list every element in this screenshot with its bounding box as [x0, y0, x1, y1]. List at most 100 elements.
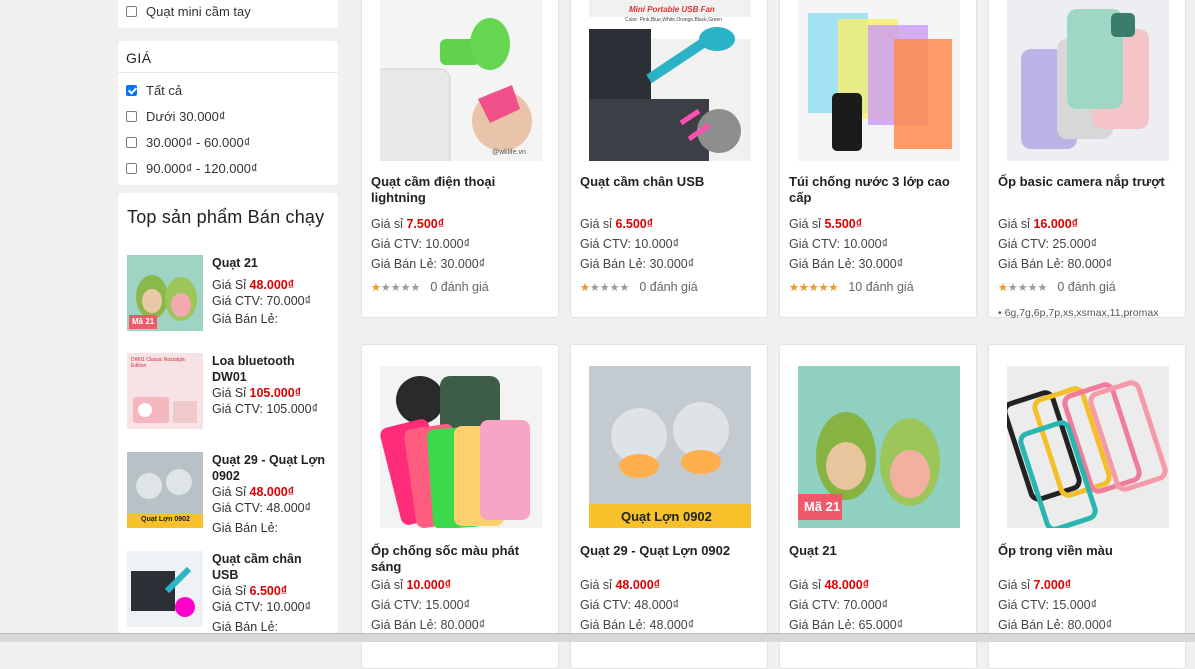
product-image[interactable] [1007, 0, 1169, 161]
product-thumbnail[interactable]: Quạt Lợn 0902 [127, 452, 203, 528]
fan-banner-text: Mini Portable USB Fan [629, 5, 715, 14]
ctv-price: Giá CTV: 25.000₫ [998, 237, 1098, 251]
product-card[interactable]: Ốp basic camera nắp trượt Giá sỉ 16.000₫… [988, 0, 1186, 319]
wholesale-label: Giá sỉ [371, 217, 403, 231]
wholesale-price: 48.000₫ [249, 485, 295, 499]
filter-option-mini-fan[interactable]: Quạt mini cầm tay [118, 0, 338, 22]
product-image[interactable]: Mini Portable USB Fan Color: Pink,Blue,W… [589, 0, 751, 161]
product-card[interactable]: Ốp trong viền màu Giá sỉ 7.000₫ Giá CTV:… [988, 344, 1186, 669]
wholesale-label: Giá sỉ [580, 217, 612, 231]
wholesale-label: Giá sỉ [580, 578, 612, 592]
wholesale-price: 7.000₫ [1033, 578, 1072, 592]
ctv-price: Giá CTV: 48.000₫ [580, 598, 680, 612]
wholesale-price: 48.000₫ [249, 278, 295, 292]
retail-price: Giá Bán Lẻ: 30.000₫ [580, 257, 695, 271]
product-card[interactable]: @wklife.vn Quạt cầm điện thoại lightning… [361, 0, 559, 318]
watermark-text: @wklife.vn [492, 149, 526, 156]
best-seller-name[interactable]: Quạt 29 - Quạt Lợn 0902 [212, 452, 330, 484]
checkbox-checked[interactable] [126, 84, 137, 96]
rating-count: 0 đánh giá [639, 280, 698, 294]
wholesale-price: 7.500₫ [406, 217, 445, 231]
wholesale-label: Giá sỉ [998, 217, 1030, 231]
checkbox[interactable] [126, 110, 137, 122]
checkbox[interactable] [126, 162, 137, 174]
product-name[interactable]: Ốp trong viền màu [998, 543, 1180, 559]
price-option-under-30k[interactable]: Dưới 30.000₫ [118, 103, 338, 129]
product-note-text: 6g,7g,6p,7p,xs,xsmax,11,promax [1004, 307, 1159, 319]
price-option-all[interactable]: Tất cả [118, 77, 338, 103]
star-rating-icon: ★★★★★★★★★★ [371, 281, 421, 294]
price-filter-title: GIÁ [118, 41, 338, 73]
checkbox[interactable] [126, 136, 137, 148]
price-option-label: 90.000₫ - 120.000₫ [146, 160, 258, 176]
rating-count: 10 đánh giá [848, 280, 914, 294]
product-card[interactable]: Mini Portable USB Fan Color: Pink,Blue,W… [570, 0, 768, 318]
wholesale-label: Giá sỉ [789, 217, 821, 231]
price-option-90k-120k[interactable]: 90.000₫ - 120.000₫ [118, 155, 338, 181]
retail-price: Giá Bán Lẻ: 80.000₫ [371, 618, 486, 632]
product-thumbnail[interactable]: Mã 21 [127, 255, 203, 331]
product-card[interactable]: Quạt Lợn 0902 Quạt 29 - Quạt Lợn 0902 Gi… [570, 344, 768, 669]
price-option-30k-60k[interactable]: 30.000₫ - 60.000₫ [118, 129, 338, 155]
wholesale-price: 48.000₫ [824, 578, 870, 592]
pig-fan-label-text: Quạt Lợn 0902 [141, 516, 190, 523]
avocado-label-text: Mã 21 [804, 499, 841, 514]
product-thumbnail[interactable] [127, 551, 203, 627]
price-option-label: Tất cả [146, 82, 183, 98]
product-rating: ★★★★★★★★★★ 0 đánh giá [371, 280, 489, 294]
wholesale-label: Giá sỉ [998, 578, 1030, 592]
best-seller-item[interactable]: Quạt Lợn 0902 Quạt 29 - Quạt Lợn 0902 Gi… [127, 452, 332, 535]
best-seller-item[interactable]: Quạt cầm chân USB Giá Sỉ 6.500₫ Giá CTV:… [127, 551, 332, 634]
rating-count: 0 đánh giá [1057, 280, 1116, 294]
checkbox[interactable] [126, 5, 137, 17]
product-name[interactable]: Quạt 29 - Quạt Lợn 0902 [580, 543, 762, 559]
ctv-price: Giá CTV: 70.000₫ [212, 294, 312, 308]
product-card[interactable]: Mã 21 Quạt 21 Giá sỉ 48.000₫ Giá CTV: 70… [779, 344, 977, 669]
product-name[interactable]: Ốp basic camera nắp trượt [998, 174, 1180, 190]
best-seller-item[interactable]: Mã 21 Quạt 21 Giá Sỉ 48.000₫ Giá CTV: 70… [127, 255, 332, 335]
product-image[interactable] [380, 366, 542, 528]
product-thumbnail[interactable]: DW01 Classic Nostalgia Edition [127, 353, 203, 429]
retail-price: Giá Bán Lẻ: [212, 521, 279, 535]
product-image[interactable]: Quạt Lợn 0902 [589, 366, 751, 528]
product-rating: ★★★★★★★★★★ 0 đánh giá [580, 280, 698, 294]
wholesale-label: Giá sỉ [789, 578, 821, 592]
product-name[interactable]: Quạt cầm chân USB [580, 174, 762, 190]
wholesale-label: Giá Sỉ [212, 584, 247, 598]
wholesale-label: Giá Sỉ [212, 278, 247, 292]
product-name[interactable]: Túi chống nước 3 lớp cao cấp [789, 174, 971, 206]
ctv-price: Giá CTV: 10.000₫ [580, 237, 680, 251]
ctv-price: Giá CTV: 48.000₫ [212, 501, 312, 515]
retail-price: Giá Bán Lẻ: 30.000₫ [789, 257, 904, 271]
ctv-price: Giá CTV: 105.000₫ [212, 402, 319, 416]
best-seller-item[interactable]: DW01 Classic Nostalgia Edition Loa bluet… [127, 353, 332, 433]
ctv-price: Giá CTV: 10.000₫ [789, 237, 889, 251]
product-card[interactable]: Túi chống nước 3 lớp cao cấp Giá sỉ 5.50… [779, 0, 977, 318]
product-name[interactable]: Ốp chống sốc màu phát sáng [371, 543, 553, 575]
product-image[interactable] [1007, 366, 1169, 528]
best-sellers-title: Top sản phẩm Bán chạy [127, 207, 325, 227]
filter-option-label: Quạt mini cầm tay [146, 3, 251, 19]
price-filter-box: GIÁ Tất cả Dưới 30.000₫ 30.000₫ - 60.000… [118, 41, 338, 185]
avocado-label-text: Mã 21 [132, 317, 155, 326]
ctv-price: Giá CTV: 10.000₫ [371, 237, 471, 251]
sidebar: Quạt mini cầm tay GIÁ Tất cả Dưới 30.000… [118, 0, 338, 641]
wholesale-price: 5.500₫ [824, 217, 863, 231]
ctv-price: Giá CTV: 15.000₫ [998, 598, 1098, 612]
product-image[interactable] [798, 0, 960, 161]
wholesale-price: 48.000₫ [615, 578, 661, 592]
best-seller-name[interactable]: Loa bluetooth DW01 [212, 353, 330, 385]
wholesale-price: 10.000₫ [406, 578, 452, 592]
pig-fan-label-text: Quạt Lợn 0902 [621, 509, 712, 524]
best-seller-name[interactable]: Quạt cầm chân USB [212, 551, 330, 583]
wholesale-price: 6.500₫ [249, 584, 288, 598]
best-seller-name[interactable]: Quạt 21 [212, 255, 330, 271]
product-name[interactable]: Quạt 21 [789, 543, 971, 559]
retail-price: Giá Bán Lẻ: [212, 312, 279, 326]
product-note: • 6g,7g,6p,7p,xs,xsmax,11,promax [998, 307, 1159, 319]
product-name[interactable]: Quạt cầm điện thoại lightning [371, 174, 553, 206]
wholesale-price: 6.500₫ [615, 217, 654, 231]
product-card[interactable]: Ốp chống sốc màu phát sáng Giá sỉ 10.000… [361, 344, 559, 669]
product-image[interactable]: Mã 21 [798, 366, 960, 528]
product-image[interactable]: @wklife.vn [380, 0, 542, 161]
